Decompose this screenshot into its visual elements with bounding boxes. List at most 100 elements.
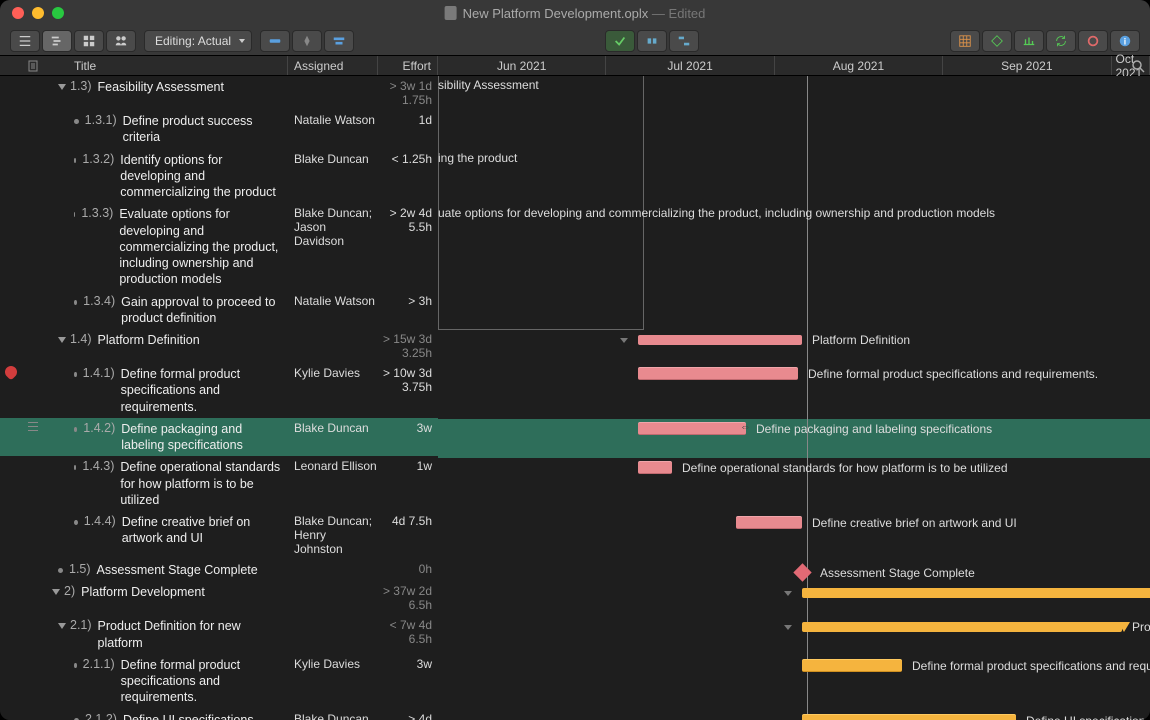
- resize-handle-icon[interactable]: ⇔: [740, 421, 751, 433]
- task-row[interactable]: 2.1.1)Define formal product specificatio…: [0, 654, 438, 709]
- titlebar: New Platform Development.oplx — Edited: [0, 0, 1150, 26]
- gantt-group-bar[interactable]: [638, 335, 802, 345]
- assigned-cell: Blake Duncan: [288, 421, 378, 435]
- search-button[interactable]: [1130, 58, 1146, 74]
- chevron-down-icon[interactable]: [784, 625, 792, 630]
- milestone-marker[interactable]: [793, 563, 811, 581]
- effort-cell: 1w: [378, 459, 438, 473]
- disclosure-triangle-icon[interactable]: [52, 589, 60, 595]
- task-row[interactable]: 1.4.1)Define formal product specificatio…: [0, 363, 438, 418]
- view-resources-button[interactable]: [106, 30, 136, 52]
- task-row[interactable]: 1.3)Feasibility Assessment> 3w 1d1.75h: [0, 76, 438, 110]
- wbs-number: 1.4): [70, 332, 92, 346]
- effort-cell: 3w: [378, 657, 438, 671]
- gantt-bar[interactable]: [638, 422, 746, 435]
- task-row[interactable]: 1.4.2)Define packaging and labeling spec…: [0, 418, 438, 457]
- minimize-window-button[interactable]: [32, 7, 44, 19]
- gantt-chart[interactable]: sibility Assessmenting the productuate o…: [438, 76, 1150, 720]
- assigned-cell: Blake Duncan; Jason Davidson: [288, 206, 378, 248]
- record-button[interactable]: [1078, 30, 1108, 52]
- grid-button[interactable]: [950, 30, 980, 52]
- inspector-button[interactable]: i: [1110, 30, 1140, 52]
- zoom-window-button[interactable]: [52, 7, 64, 19]
- title-column-header[interactable]: Title: [44, 56, 288, 75]
- bullet-icon: [74, 663, 77, 668]
- add-task-button[interactable]: [260, 30, 290, 52]
- task-row[interactable]: 1.3.3)Evaluate options for developing an…: [0, 203, 438, 290]
- gantt-bar-label: Define UI specifications: [1026, 714, 1150, 720]
- gantt-bar[interactable]: [736, 516, 802, 529]
- flag-icon: [3, 364, 20, 381]
- effort-cell: > 37w 2d6.5h: [378, 584, 438, 612]
- bullet-icon: [58, 568, 63, 573]
- wbs-number: 1.4.4): [84, 514, 116, 528]
- effort-cell: 4d 7.5h: [378, 514, 438, 528]
- assigned-cell: Natalie Watson: [288, 113, 378, 127]
- drag-handle-icon[interactable]: [28, 421, 38, 433]
- group-bar-endcap: [1118, 622, 1130, 632]
- sync-button[interactable]: [1046, 30, 1076, 52]
- view-gantt-button[interactable]: [42, 30, 72, 52]
- gantt-bar-label: Define formal product specifications and…: [808, 367, 1098, 381]
- level-button[interactable]: [669, 30, 699, 52]
- assigned-cell: Blake Duncan: [288, 152, 378, 166]
- gantt-bar-label: Define packaging and labeling specificat…: [756, 422, 992, 436]
- wbs-number: 2.1.1): [83, 657, 115, 671]
- task-row[interactable]: 2.1)Product Definition for new platform<…: [0, 615, 438, 654]
- task-title: Define product success criteria: [123, 113, 282, 146]
- effort-cell: 3w: [378, 421, 438, 435]
- gantt-bar[interactable]: [802, 659, 902, 672]
- task-title: Define formal product specifications and…: [121, 366, 282, 415]
- gantt-bar-label: Platform Definition: [812, 333, 910, 347]
- task-row[interactable]: 1.5)Assessment Stage Complete0h: [0, 559, 438, 581]
- task-title: Define packaging and labeling specificat…: [121, 421, 282, 454]
- add-group-button[interactable]: [324, 30, 354, 52]
- gantt-group-bar[interactable]: [802, 588, 1150, 598]
- gantt-group-bar[interactable]: [802, 622, 1122, 632]
- editing-mode-dropdown[interactable]: Editing: Actual: [144, 30, 252, 52]
- task-row[interactable]: 2.1.2)Define UI specificationsBlake Dunc…: [0, 709, 438, 720]
- close-window-button[interactable]: [12, 7, 24, 19]
- reschedule-button[interactable]: [637, 30, 667, 52]
- chevron-down-icon[interactable]: [620, 338, 628, 343]
- view-board-button[interactable]: [74, 30, 104, 52]
- disclosure-triangle-icon[interactable]: [58, 84, 66, 90]
- critical-path-button[interactable]: [982, 30, 1012, 52]
- effort-cell: > 4d6.75h: [378, 712, 438, 720]
- svg-text:i: i: [1124, 36, 1126, 46]
- add-milestone-button[interactable]: [292, 30, 322, 52]
- view-list-button[interactable]: [10, 30, 40, 52]
- gantt-bar-label: uate options for developing and commerci…: [438, 206, 995, 220]
- task-title: Gain approval to proceed to product defi…: [121, 294, 282, 327]
- notes-column-icon: [28, 60, 38, 72]
- task-title: Platform Definition: [98, 332, 200, 348]
- effort-cell: > 15w 3d3.25h: [378, 332, 438, 360]
- disclosure-triangle-icon[interactable]: [58, 623, 66, 629]
- task-row[interactable]: 1.3.2)Identify options for developing an…: [0, 149, 438, 204]
- month-jul: Jul 2021: [606, 56, 774, 75]
- gantt-bar-label: Define creative brief on artwork and UI: [812, 516, 1017, 530]
- gantt-bar[interactable]: [638, 367, 798, 380]
- task-row[interactable]: 1.4) Platform Definition > 15w 3d3.25h: [0, 329, 438, 363]
- task-row[interactable]: 1.3.1)Define product success criteriaNat…: [0, 110, 438, 149]
- baseline-button[interactable]: [1014, 30, 1044, 52]
- effort-column-header[interactable]: Effort: [378, 56, 438, 75]
- task-row[interactable]: 2)Platform Development> 37w 2d6.5h: [0, 581, 438, 615]
- effort-cell: > 3w 1d1.75h: [378, 79, 438, 107]
- chevron-down-icon[interactable]: [784, 591, 792, 596]
- gantt-bar-label: Assessment Stage Complete: [820, 566, 975, 580]
- toolbar: Editing: Actual i: [0, 26, 1150, 56]
- task-row[interactable]: 1.3.4)Gain approval to proceed to produc…: [0, 291, 438, 330]
- task-row[interactable]: 1.4.3)Define operational standards for h…: [0, 456, 438, 511]
- bullet-icon: [74, 427, 77, 432]
- gantt-bar-label: Pro: [1132, 620, 1150, 634]
- task-row[interactable]: 1.4.4)Define creative brief on artwork a…: [0, 511, 438, 559]
- bullet-icon: [74, 300, 77, 305]
- effort-cell: < 1.25h: [378, 152, 438, 166]
- gantt-bar[interactable]: [802, 714, 1016, 720]
- disclosure-triangle-icon[interactable]: [58, 337, 66, 343]
- assigned-column-header[interactable]: Assigned: [288, 56, 378, 75]
- wbs-number: 2.1): [70, 618, 92, 632]
- gantt-bar[interactable]: [638, 461, 672, 474]
- catchup-button[interactable]: [605, 30, 635, 52]
